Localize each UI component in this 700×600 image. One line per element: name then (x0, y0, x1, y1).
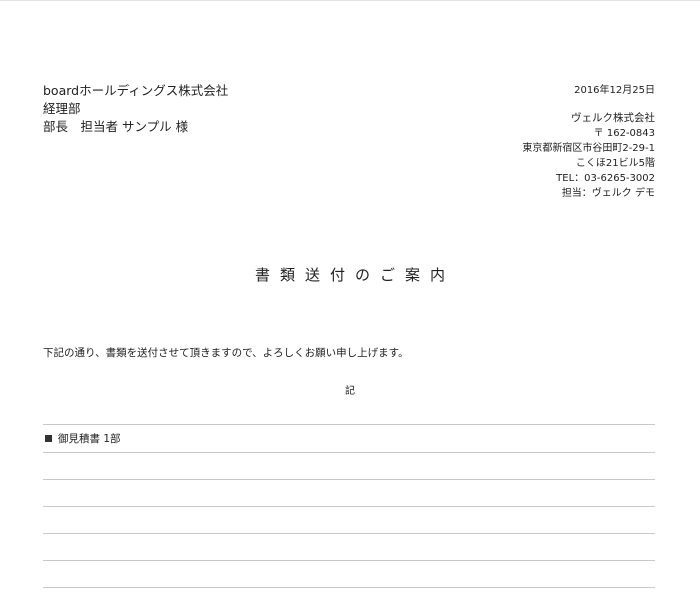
list-item (43, 453, 655, 480)
sender-address-line-1: 東京都新宿区市谷田町2-29-1 (522, 143, 655, 154)
enclosure-list: 御見積書 1部 (43, 424, 655, 588)
sender-contact: 担当：ヴェルク デモ (561, 188, 655, 199)
ki-heading: 記 (345, 386, 355, 397)
intro-text: 下記の通り、書類を送付させて頂きますので、よろしくお願い申し上げます。 (43, 347, 409, 359)
recipient-block: boardホールディングス株式会社 経理部 部長 担当者 サンプル 様 (43, 82, 228, 136)
recipient-department: 経理部 (43, 101, 81, 116)
recipient-person: 部長 担当者 サンプル 様 (43, 119, 189, 134)
sender-company: ヴェルク株式会社 (571, 112, 655, 124)
square-bullet-icon (45, 435, 52, 442)
list-item: 御見積書 1部 (43, 425, 655, 453)
sender-address-line-2: こくほ21ビル5階 (575, 158, 655, 169)
list-item (43, 507, 655, 534)
list-item-label: 御見積書 1部 (58, 433, 121, 445)
list-item (43, 480, 655, 507)
document-title: 書類送付のご案内 (254, 266, 455, 284)
list-item (43, 534, 655, 561)
sender-postal-code: 〒 162-0843 (593, 128, 655, 139)
page-top-border (0, 0, 700, 1)
list-item (43, 561, 655, 588)
issue-date: 2016年12月25日 (574, 85, 655, 96)
sender-tel: TEL：03-6265-3002 (556, 173, 655, 184)
sender-block: ヴェルク株式会社 〒 162-0843 東京都新宿区市谷田町2-29-1 こくほ… (522, 110, 655, 201)
recipient-company: boardホールディングス株式会社 (43, 83, 229, 98)
